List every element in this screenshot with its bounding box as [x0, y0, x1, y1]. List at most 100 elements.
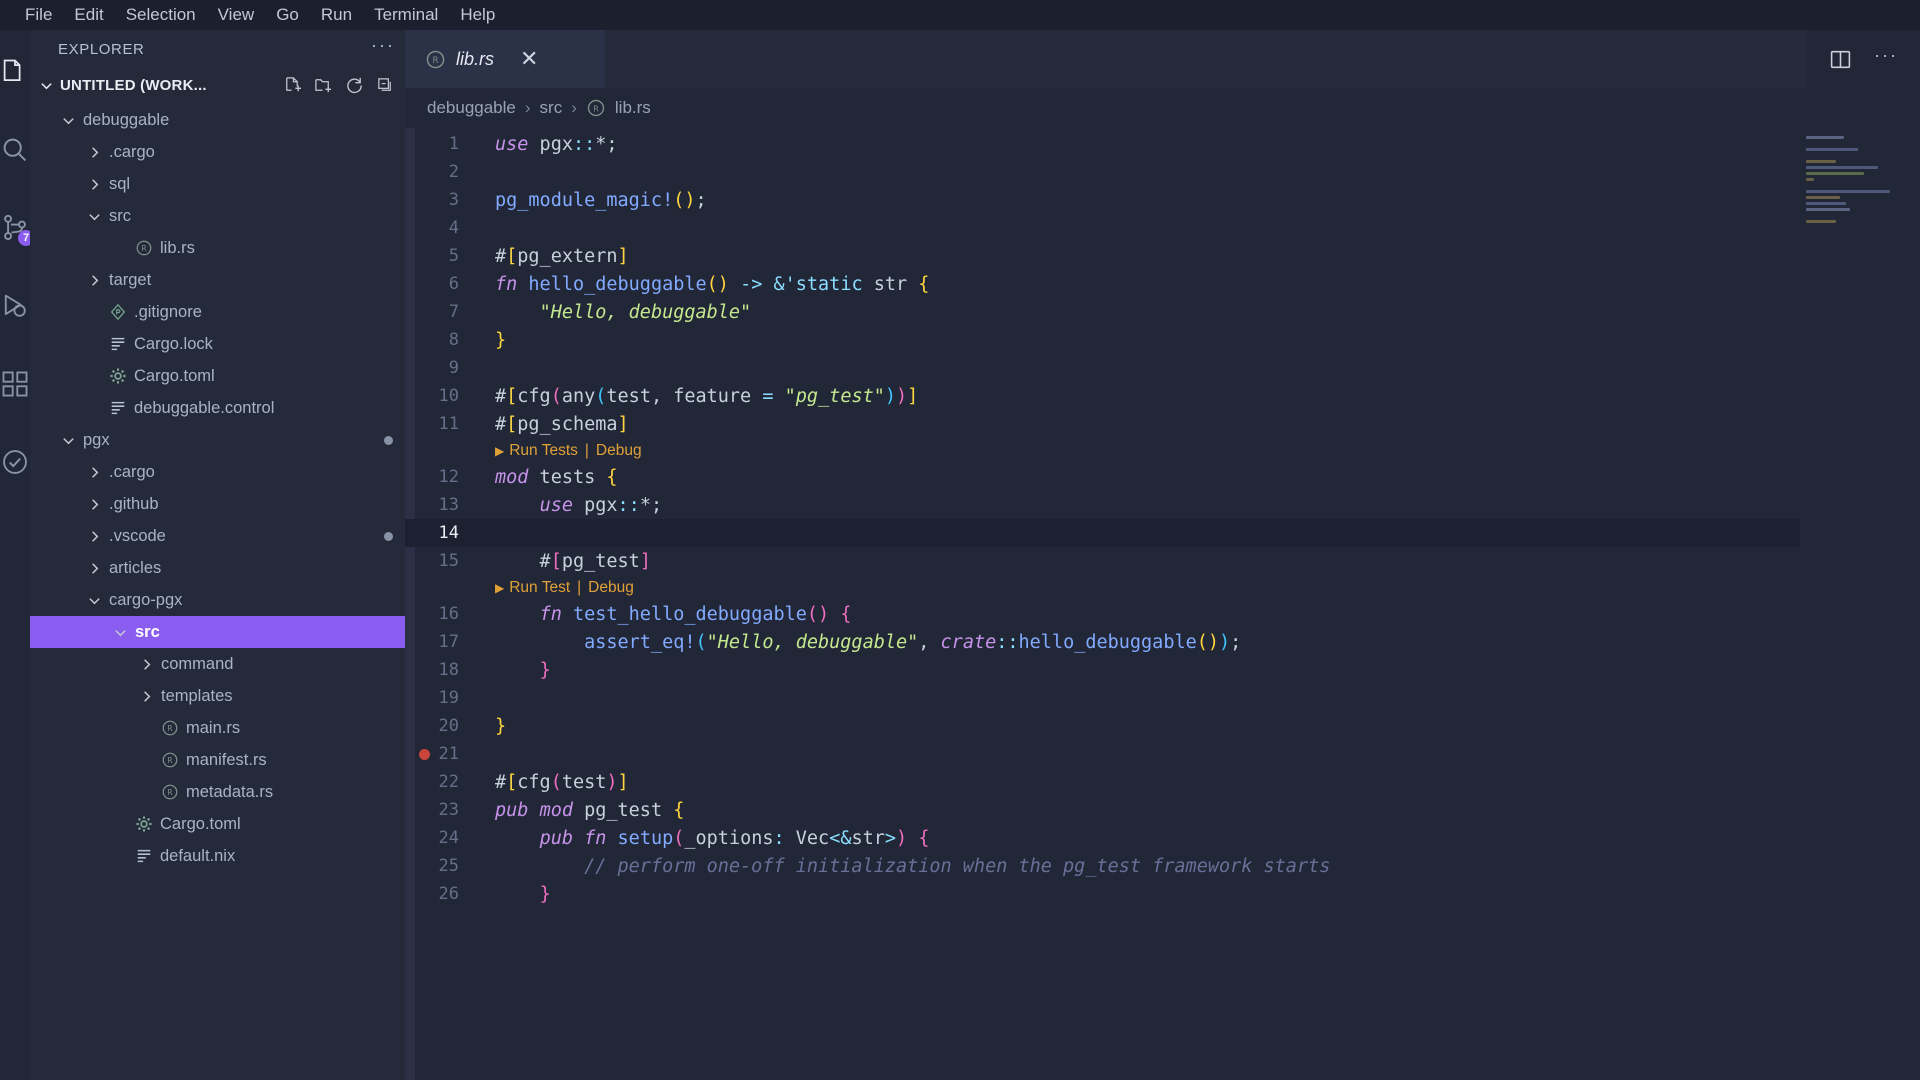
code-line[interactable]: 1 use pgx::*; [405, 130, 1920, 158]
activity-bar-item-testing[interactable] [0, 438, 30, 486]
tree-item[interactable]: articles [30, 552, 405, 584]
collapse-all-icon[interactable] [376, 76, 395, 95]
chevron-right-icon[interactable] [138, 689, 154, 704]
code-line[interactable]: 5 #[pg_extern] [405, 242, 1920, 270]
code-line[interactable]: 17 assert_eq!("Hello, debuggable", crate… [405, 628, 1920, 656]
menu-item-help[interactable]: Help [449, 0, 506, 30]
chevron-down-icon[interactable] [38, 78, 54, 93]
menu-item-selection[interactable]: Selection [115, 0, 207, 30]
chevron-down-icon[interactable] [86, 209, 102, 224]
code-editor[interactable]: 1 use pgx::*; 2 3 pg_module_magic!(); 4 5 #[pg_… [405, 128, 1920, 1080]
code-line[interactable]: 18 } [405, 656, 1920, 684]
tree-item[interactable]: .cargo [30, 456, 405, 488]
code-line[interactable]: 10 #[cfg(any(test, feature = "pg_test"))] [405, 382, 1920, 410]
code-line[interactable]: 9 [405, 354, 1920, 382]
activity-bar-item-extensions[interactable] [0, 360, 30, 408]
new-folder-icon[interactable] [314, 76, 333, 95]
tree-item[interactable]: Rlib.rs [30, 232, 405, 264]
code-line[interactable]: 8} [405, 326, 1920, 354]
tree-item[interactable]: target [30, 264, 405, 296]
chevron-right-icon[interactable] [86, 465, 102, 480]
code-line[interactable]: 26 } [405, 880, 1920, 908]
code-line[interactable]: 3 pg_module_magic!(); [405, 186, 1920, 214]
code-line[interactable]: 22 #[cfg(test)] [405, 768, 1920, 796]
code-line[interactable]: 15 #[pg_test] [405, 547, 1920, 575]
code-lens-debug-action[interactable]: Debug [596, 442, 642, 460]
code-line[interactable]: 23 pub mod pg_test { [405, 796, 1920, 824]
code-line[interactable]: 19 [405, 684, 1920, 712]
tree-item[interactable]: src [30, 200, 405, 232]
tree-item-selected[interactable]: src [30, 616, 405, 648]
chevron-right-icon[interactable] [86, 529, 102, 544]
menu-item-file[interactable]: File [14, 0, 63, 30]
code-lens-debug-action[interactable]: Debug [588, 579, 634, 597]
code-line[interactable]: 11 #[pg_schema] [405, 410, 1920, 438]
chevron-down-icon[interactable] [60, 113, 76, 128]
tree-item[interactable]: .cargo [30, 136, 405, 168]
code-line[interactable]: 7 "Hello, debuggable" [405, 298, 1920, 326]
menu-item-go[interactable]: Go [265, 0, 310, 30]
tree-item[interactable]: .github [30, 488, 405, 520]
code-lens-run-action[interactable]: Run Test [509, 579, 570, 597]
chevron-right-icon[interactable] [86, 177, 102, 192]
tree-item[interactable]: Rmanifest.rs [30, 744, 405, 776]
tree-item[interactable]: sql [30, 168, 405, 200]
breadcrumb-segment[interactable]: debuggable [427, 98, 516, 118]
chevron-right-icon[interactable] [86, 145, 102, 160]
tree-item[interactable]: .gitignore [30, 296, 405, 328]
chevron-down-icon[interactable] [86, 593, 102, 608]
breadcrumb-segment[interactable]: lib.rs [615, 98, 651, 118]
tree-item[interactable]: templates [30, 680, 405, 712]
breadcrumb-segment[interactable]: src [540, 98, 563, 118]
more-actions-icon[interactable]: ··· [1874, 46, 1898, 68]
breakpoint-icon[interactable] [419, 748, 430, 760]
menu-item-terminal[interactable]: Terminal [363, 0, 449, 30]
tree-item[interactable]: pgx [30, 424, 405, 456]
tree-item[interactable]: Cargo.lock [30, 328, 405, 360]
tree-item[interactable]: Cargo.toml [30, 360, 405, 392]
tree-item[interactable]: cargo-pgx [30, 584, 405, 616]
chevron-right-icon[interactable] [86, 273, 102, 288]
menu-item-view[interactable]: View [207, 0, 266, 30]
tab-lib-rs[interactable]: R lib.rs ✕ [405, 30, 605, 88]
close-icon[interactable]: ✕ [520, 48, 538, 70]
tree-item[interactable]: Rmain.rs [30, 712, 405, 744]
workspace-root-row[interactable]: UNTITLED (WORK... [30, 68, 405, 102]
code-lens-run-action[interactable]: Run Tests [509, 442, 578, 460]
code-line[interactable]: 13 use pgx::*; [405, 491, 1920, 519]
new-file-icon[interactable] [283, 76, 302, 95]
tree-item[interactable]: debuggable.control [30, 392, 405, 424]
code-line[interactable]: 2 [405, 158, 1920, 186]
code-line[interactable]: 14 [405, 519, 1920, 547]
play-icon[interactable]: ▶ [495, 581, 504, 595]
code-line[interactable]: 16 fn test_hello_debuggable() { [405, 600, 1920, 628]
tree-item[interactable]: .vscode [30, 520, 405, 552]
code-line[interactable]: 25 // perform one-off initialization whe… [405, 852, 1920, 880]
chevron-right-icon[interactable] [138, 657, 154, 672]
code-line[interactable]: 21 [405, 740, 1920, 768]
tree-item[interactable]: Rmetadata.rs [30, 776, 405, 808]
chevron-down-icon[interactable] [112, 625, 128, 640]
code-line[interactable]: 6 fn hello_debuggable() -> &'static str { [405, 270, 1920, 298]
play-icon[interactable]: ▶ [495, 444, 504, 458]
code-line[interactable]: 20} [405, 712, 1920, 740]
tree-item[interactable]: default.nix [30, 840, 405, 872]
code-line[interactable]: 4 [405, 214, 1920, 242]
tree-item[interactable]: Cargo.toml [30, 808, 405, 840]
refresh-icon[interactable] [345, 76, 364, 95]
activity-bar-item-run-and-debug[interactable] [0, 282, 30, 330]
tree-item[interactable]: debuggable [30, 104, 405, 136]
tree-item[interactable]: command [30, 648, 405, 680]
chevron-down-icon[interactable] [60, 433, 76, 448]
menu-item-run[interactable]: Run [310, 0, 363, 30]
code-line[interactable]: 24 pub fn setup(_options: Vec<&str>) { [405, 824, 1920, 852]
explorer-more-actions-icon[interactable]: ··· [371, 36, 395, 58]
activity-bar-item-source-control[interactable]: 7 [0, 204, 34, 252]
chevron-right-icon[interactable] [86, 497, 102, 512]
menu-item-edit[interactable]: Edit [63, 0, 114, 30]
activity-bar-item-search[interactable] [0, 126, 30, 174]
activity-bar-item-explorer[interactable] [0, 48, 30, 96]
split-editor-icon[interactable] [1829, 48, 1852, 71]
code-line[interactable]: 12 mod tests { [405, 463, 1920, 491]
chevron-right-icon[interactable] [86, 561, 102, 576]
